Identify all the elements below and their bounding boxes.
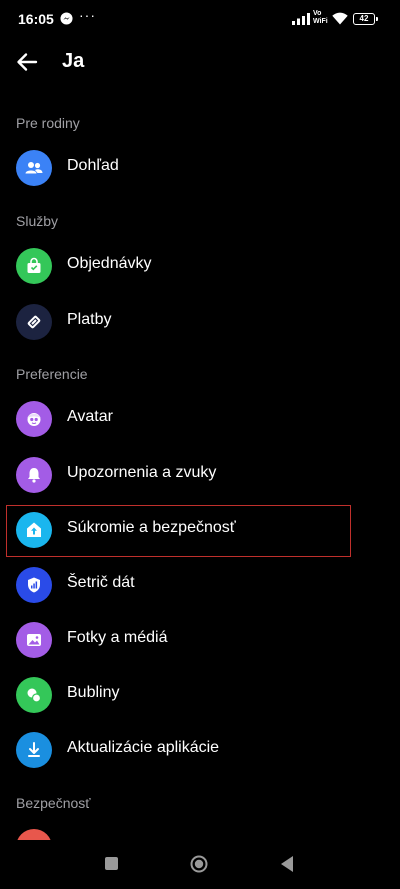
menu-item-label: Upozornenia a zvuky [67, 464, 217, 481]
section-header-services: Služby [16, 213, 59, 229]
avatar-face-icon [16, 401, 52, 437]
menu-item-notifications[interactable]: Upozornenia a zvuky [0, 447, 400, 502]
people-icon [16, 150, 52, 186]
battery-icon: 42 [353, 13, 378, 25]
header: Ja [0, 40, 400, 84]
bubbles-icon [16, 677, 52, 713]
status-time: 16:05 [18, 11, 54, 27]
image-icon [16, 622, 52, 658]
menu-item-orders[interactable]: Objednávky [0, 238, 400, 293]
nav-back-icon[interactable] [280, 855, 294, 873]
recent-apps-icon[interactable] [105, 857, 118, 870]
home-icon[interactable] [190, 855, 208, 873]
status-bar: 16:05 ··· Vo WiFi 42 [0, 0, 400, 40]
menu-item-data-saver[interactable]: Šetrič dát [0, 557, 400, 612]
page-title: Ja [62, 50, 85, 72]
section-header-security: Bezpečnosť [16, 795, 91, 811]
vowifi-indicator: Vo WiFi [313, 10, 328, 25]
menu-item-updates[interactable]: Aktualizácie aplikácie [0, 722, 400, 777]
menu-item-label: Šetrič dát [67, 574, 135, 591]
wifi-icon [332, 12, 348, 25]
menu-item-label: Dohľad [67, 157, 119, 174]
menu-item-payments[interactable]: Platby [0, 294, 400, 349]
menu-item-label: Aktualizácie aplikácie [67, 739, 220, 756]
menu-item-label: Súkromie a bezpečnosť [67, 519, 236, 536]
section-header-family: Pre rodiny [16, 115, 80, 131]
menu-item-label: Avatar [67, 408, 113, 425]
menu-item-label: Bubliny [67, 684, 120, 701]
house-upload-icon [16, 512, 52, 548]
tag-icon [16, 304, 52, 340]
menu-item-supervision[interactable]: Dohľad [0, 140, 400, 195]
shopping-bag-icon [16, 248, 52, 284]
back-arrow-icon[interactable] [14, 49, 40, 75]
signal-icon [292, 13, 310, 25]
messenger-icon [60, 12, 73, 25]
menu-item-label: Fotky a médiá [67, 629, 168, 646]
more-notifications-icon: ··· [79, 7, 96, 23]
section-header-preferences: Preferencie [16, 366, 88, 382]
menu-item-bubbles[interactable]: Bubliny [0, 667, 400, 722]
download-icon [16, 732, 52, 768]
menu-item-photos[interactable]: Fotky a médiá [0, 612, 400, 667]
menu-item-label: Platby [67, 311, 112, 328]
menu-item-avatar[interactable]: Avatar [0, 391, 400, 446]
shield-signal-icon [16, 567, 52, 603]
bell-icon [16, 457, 52, 493]
system-nav-bar [0, 840, 400, 889]
menu-item-label: Objednávky [67, 255, 152, 272]
menu-item-privacy[interactable]: Súkromie a bezpečnosť [0, 502, 400, 557]
